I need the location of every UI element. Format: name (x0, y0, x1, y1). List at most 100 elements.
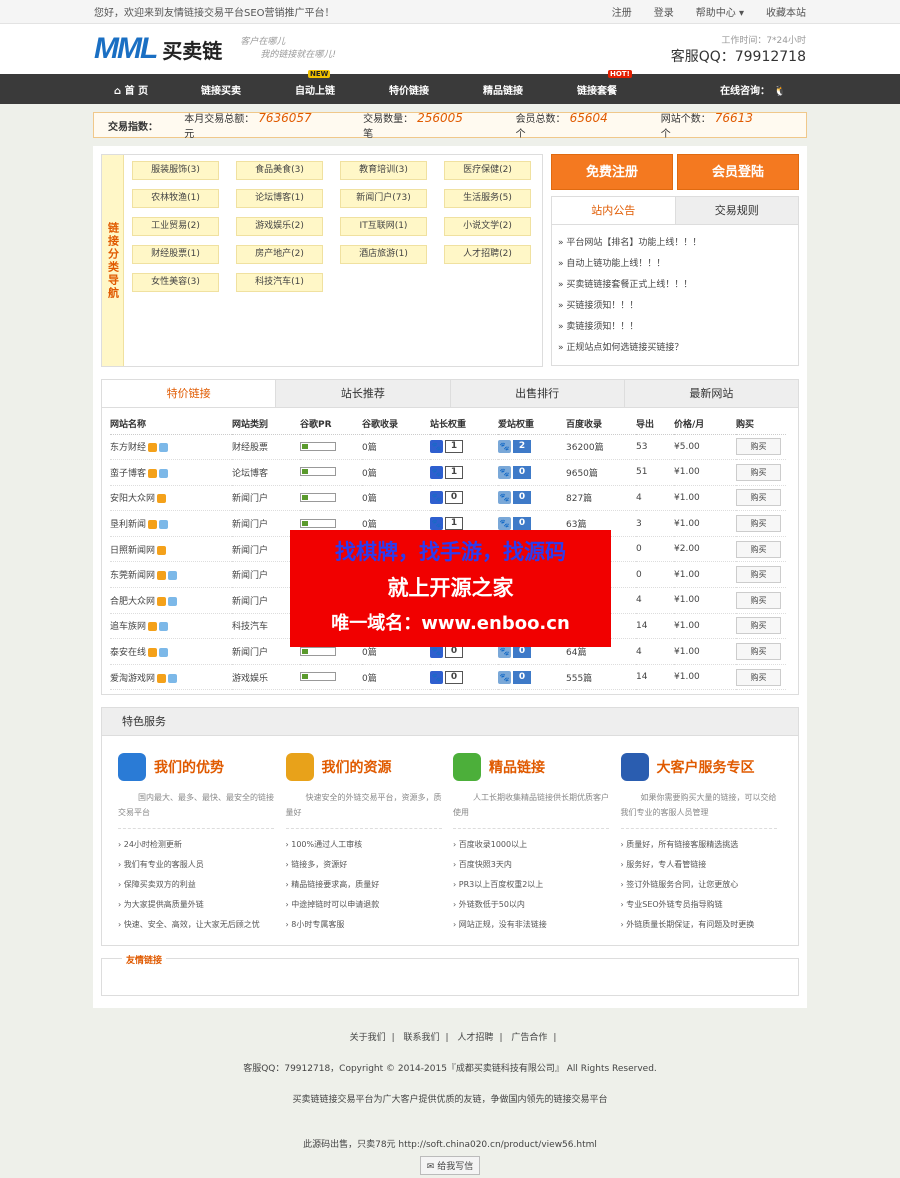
member-login-button[interactable]: 会员登陆 (677, 154, 799, 190)
site-name-link[interactable]: 泰安在线 (110, 648, 146, 658)
service-item: › 百度快照3天内 (453, 860, 512, 870)
buy-button[interactable]: 购买 (736, 489, 781, 507)
category-item[interactable]: 服装服饰(3) (132, 161, 219, 180)
nav-special-link[interactable]: 特价链接 (362, 82, 456, 97)
tag-icon (157, 571, 167, 581)
buy-button[interactable]: 购买 (736, 566, 781, 584)
notice-item[interactable]: » 卖链接须知！！！ (558, 317, 792, 338)
buy-button[interactable]: 购买 (736, 591, 781, 609)
category-item[interactable]: 游戏娱乐(2) (236, 217, 323, 236)
bookmark-link[interactable]: 收藏本站 (766, 4, 806, 19)
notice-item[interactable]: » 自动上链功能上线！！！ (558, 254, 792, 275)
tab-special-links[interactable]: 特价链接 (102, 380, 276, 407)
site-name-link[interactable]: 蛮子博客 (110, 469, 146, 479)
site-name-link[interactable]: 合肥大众网 (110, 597, 155, 607)
footer-ads[interactable]: 广告合作 (511, 1033, 547, 1043)
notice-item[interactable]: » 买链接须知！！！ (558, 296, 792, 317)
mail-icon: ✉ (426, 1162, 435, 1173)
copyright: 客服QQ：79912718，Copyright © 2014-2015『成都买卖… (243, 1064, 657, 1075)
category-item[interactable]: 工业贸易(2) (132, 217, 219, 236)
table-row: 蛮子博客 论坛博客 0篇 🐾 1 🐾 0 9650篇 51 ¥1.00 购买 (110, 459, 786, 486)
tab-webmaster-picks[interactable]: 站长推荐 (275, 380, 449, 407)
price: ¥1.00 (674, 569, 700, 580)
logo[interactable]: MML 买卖链 客户在哪儿 我的链接就在哪儿! (94, 32, 336, 66)
buy-button[interactable]: 购买 (736, 540, 781, 558)
ad-banner[interactable]: 找棋牌，找手游，找源码 就上开源之家 唯一域名：www.enboo.cn (290, 530, 611, 647)
price: ¥1.00 (674, 467, 700, 478)
site-name-link[interactable]: 东方财经 (110, 443, 146, 453)
category-item[interactable]: 生活服务(5) (444, 189, 531, 208)
site-name-link[interactable]: 垦利新闻 (110, 520, 146, 530)
category-item[interactable]: IT互联网(1) (340, 217, 427, 236)
buy-button[interactable]: 购买 (736, 643, 781, 661)
buy-button[interactable]: 购买 (736, 438, 781, 456)
category-item[interactable]: 房产地产(2) (236, 245, 323, 264)
help-center-link[interactable]: 帮助中心 ▾ (696, 4, 744, 19)
source-sale-text: 此源码出售，只卖78元 http://soft.china020.cn/prod… (303, 1140, 597, 1151)
site-name-link[interactable]: 安阳大众网 (110, 494, 155, 504)
category-item[interactable]: 教育培训(3) (340, 161, 427, 180)
footer-jobs[interactable]: 人才招聘 (457, 1033, 493, 1043)
free-register-button[interactable]: 免费注册 (551, 154, 673, 190)
write-mail-button[interactable]: ✉ 给我写信 (419, 1156, 481, 1176)
footer-contact[interactable]: 联系我们 (404, 1033, 440, 1043)
footer-about[interactable]: 关于我们 (350, 1033, 386, 1043)
tag-icon (157, 673, 167, 683)
featured-services: 特色服务 我们的优势 国内最大、最多、最快、最安全的链接交易平台 › 24小时检测更… (101, 707, 799, 947)
table-row: 东方财经 财经股票 0篇 🐾 1 🐾 2 36200篇 53 ¥5.00 购买 (110, 434, 786, 461)
service-item: › 精品链接要求高，质量好 (285, 880, 380, 890)
nav-premium-link[interactable]: 精品链接 (456, 82, 550, 97)
site-category: 科技汽车 (232, 622, 269, 633)
category-item[interactable]: 小说文学(2) (444, 217, 531, 236)
check-icon (453, 753, 481, 782)
nav-link-trade[interactable]: 链接买卖 (174, 82, 268, 97)
category-item[interactable]: 新闻门户(73) (340, 189, 427, 208)
outbound-links: 4 (636, 646, 642, 657)
category-item[interactable]: 酒店旅游(1) (340, 245, 427, 264)
outbound-links: 4 (636, 595, 642, 606)
advantage-icon (118, 753, 146, 782)
category-item[interactable]: 人才招聘(2) (444, 245, 531, 264)
service-item: › 24小时检测更新 (118, 840, 182, 850)
nav-auto-link[interactable]: NEW 自动上链 (268, 69, 362, 97)
pagerank-bar-icon (300, 492, 336, 502)
category-item[interactable]: 财经股票(1) (132, 245, 219, 264)
register-link[interactable]: 注册 (612, 4, 632, 19)
tab-announcement[interactable]: 站内公告 (552, 197, 675, 224)
price: ¥1.00 (674, 620, 700, 631)
nav-link-package[interactable]: HOT! 链接套餐 (550, 69, 644, 97)
notice-item[interactable]: » 平台网站【排名】功能上线！！！ (558, 233, 792, 254)
tab-sales-ranking[interactable]: 出售排行 (449, 380, 624, 407)
service-item: › 网站正规，没有非法链接 (453, 920, 547, 930)
buy-button[interactable]: 购买 (736, 617, 781, 635)
tab-latest-sites[interactable]: 最新网站 (623, 380, 798, 407)
nav-home[interactable]: ⌂ 首 页 (114, 82, 174, 97)
column-header: 导出 (636, 414, 674, 435)
footer-desc: 买卖链链接交易平台为广大客户提供优质的友链，争做国内领先的链接交易平台 (292, 1095, 608, 1106)
notice-item[interactable]: » 买卖链链接套餐正式上线！！！ (558, 275, 792, 296)
column-header: 购买 (736, 414, 786, 435)
category-item[interactable]: 医疗保健(2) (444, 161, 531, 180)
buy-button[interactable]: 购买 (736, 668, 781, 686)
login-link[interactable]: 登录 (654, 4, 674, 19)
site-name-link[interactable]: 东莞新闻网 (110, 571, 155, 581)
aizhan-weight: 0 (513, 465, 531, 479)
category-item[interactable]: 女性美容(3) (132, 273, 219, 292)
site-name-link[interactable]: 追车族网 (110, 622, 146, 632)
category-item[interactable]: 农林牧渔(1) (132, 189, 219, 208)
category-item[interactable]: 论坛博客(1) (236, 189, 323, 208)
buy-button[interactable]: 购买 (736, 463, 781, 481)
site-name-link[interactable]: 日照新闻网 (110, 546, 155, 556)
nav-consult[interactable]: 在线咨询： 🐧 (720, 82, 786, 97)
price: ¥1.00 (674, 595, 700, 606)
notice-item[interactable]: » 正规站点如何选链接买链接？ (558, 338, 792, 359)
tag-icon (157, 545, 167, 555)
site-name-link[interactable]: 爱淘游戏网 (110, 674, 155, 684)
service-item: › 100%通过人工审核 (285, 840, 363, 850)
service-item: › 我们有专业的客服人员 (118, 860, 204, 870)
category-item[interactable]: 科技汽车(1) (236, 273, 323, 292)
category-item[interactable]: 食品美食(3) (236, 161, 323, 180)
buy-button[interactable]: 购买 (736, 515, 781, 533)
tab-trade-rules[interactable]: 交易规则 (674, 197, 798, 224)
outbound-links: 4 (636, 492, 642, 503)
